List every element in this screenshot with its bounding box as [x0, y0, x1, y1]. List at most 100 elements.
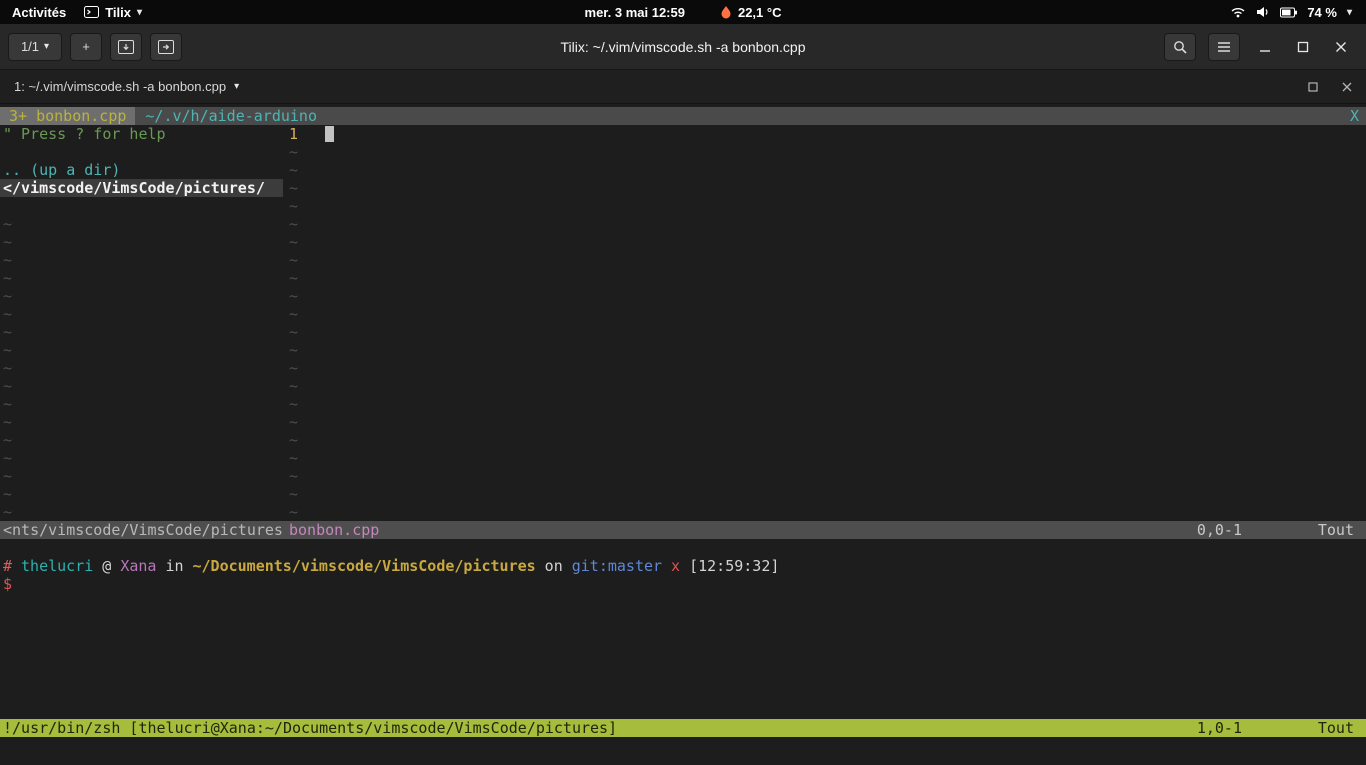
clock[interactable]: mer. 3 mai 12:59 — [585, 5, 685, 20]
vim-tabline-close[interactable]: X — [1343, 107, 1366, 125]
menu-button[interactable] — [1208, 33, 1240, 61]
chevron-down-icon: ▾ — [44, 41, 49, 52]
buffer-empty-line: ~ — [283, 359, 1366, 377]
buffer-empty-line: ~ — [0, 323, 283, 341]
chevron-down-icon: ▾ — [137, 7, 142, 18]
plus-icon: + — [82, 39, 90, 54]
tilix-app-menu[interactable]: Tilix ▾ — [84, 5, 142, 20]
session-pager-label: 1/1 — [21, 39, 39, 54]
terminal-close-button[interactable] — [1342, 82, 1352, 92]
vim-statusline: <nts/vimscode/VimsCode/pictures bonbon.c… — [0, 521, 1366, 539]
buffer-statusline: bonbon.cpp 0,0-1 Tout — [283, 521, 1366, 539]
session-tab-bar: 1: ~/.vim/vimscode.sh -a bonbon.cpp ▾ — [0, 70, 1366, 104]
buffer-empty-line: ~ — [283, 341, 1366, 359]
buffer-empty-line: ~ — [283, 323, 1366, 341]
session-pager-button[interactable]: 1/1 ▾ — [8, 33, 62, 61]
buffer-empty-line: ~ — [283, 269, 1366, 287]
prompt-user: thelucri — [21, 557, 93, 575]
hamburger-icon — [1217, 41, 1231, 53]
buffer-empty-line: ~ — [0, 503, 283, 521]
terminal-statusline: !/usr/bin/zsh [thelucri@Xana:~/Documents… — [0, 719, 1366, 737]
search-button[interactable] — [1164, 33, 1196, 61]
buffer-empty-line: ~ — [0, 449, 283, 467]
prompt-path: ~/Documents/vimscode/VimsCode/pictures — [193, 557, 536, 575]
buffer-line-1: 1 — [283, 125, 1366, 143]
buffer-empty-line: ~ — [283, 377, 1366, 395]
wifi-icon — [1230, 6, 1246, 18]
blank-line — [0, 197, 283, 215]
buffer-empty-line: ~ — [0, 251, 283, 269]
add-session-button[interactable]: + — [70, 33, 102, 61]
buffer-empty-line: ~ — [0, 467, 283, 485]
nerdtree-empty-lines: ~~~~~~~~~~~~~~~~~ — [0, 215, 283, 521]
chevron-down-icon[interactable]: ▾ — [234, 81, 239, 92]
window-title: Tilix: ~/.vim/vimscode.sh -a bonbon.cpp — [561, 39, 806, 55]
buffer-empty-line: ~ — [0, 341, 283, 359]
buffer-empty-line: ~ — [283, 449, 1366, 467]
shell-prompt: # thelucri @ Xana in ~/Documents/vimscod… — [3, 557, 1366, 575]
buffer-empty-line: ~ — [283, 161, 1366, 179]
nerdtree-pane[interactable]: " Press ? for help .. (up a dir) </vimsc… — [0, 125, 283, 521]
app-name-label: Tilix — [105, 5, 131, 20]
buffer-empty-line: ~ — [0, 305, 283, 323]
buffer-empty-line: ~ — [0, 485, 283, 503]
buffer-empty-line: ~ — [283, 287, 1366, 305]
battery-icon — [1280, 7, 1297, 18]
weather-icon — [721, 5, 732, 19]
buffer-empty-line: ~ — [283, 233, 1366, 251]
prompt-symbol: $ — [3, 575, 1366, 593]
session-title[interactable]: 1: ~/.vim/vimscode.sh -a bonbon.cpp — [14, 79, 226, 94]
prompt-time: [12:59:32] — [689, 557, 779, 575]
prompt-git-dirty: x — [671, 557, 680, 575]
buffer-empty-line: ~ — [283, 197, 1366, 215]
nerdtree-updir-line[interactable]: .. (up a dir) — [0, 161, 283, 179]
terminal-area[interactable]: 3+ bonbon.cpp ~/.v/h/aide-arduino X " Pr… — [0, 104, 1366, 765]
gnome-top-bar: Activités Tilix ▾ mer. 3 mai 12:59 22,1 … — [0, 0, 1366, 24]
chevron-down-icon: ▾ — [1347, 7, 1352, 18]
prompt-on: on — [545, 557, 563, 575]
vim-cmdline — [0, 737, 1366, 765]
statusline-filename: bonbon.cpp — [289, 521, 379, 539]
buffer-empty-line: ~ — [0, 269, 283, 287]
add-terminal-down-button[interactable] — [110, 33, 142, 61]
maximize-button[interactable] — [1290, 34, 1316, 60]
shell-pane[interactable]: # thelucri @ Xana in ~/Documents/vimscod… — [0, 539, 1366, 719]
buffer-empty-line: ~ — [283, 467, 1366, 485]
minimize-icon — [1259, 41, 1271, 53]
minimize-button[interactable] — [1252, 34, 1278, 60]
buffer-empty-line: ~ — [0, 233, 283, 251]
split-right-icon — [158, 40, 174, 54]
maximize-icon — [1297, 41, 1309, 53]
add-terminal-right-button[interactable] — [150, 33, 182, 61]
system-status-area[interactable]: 74 % ▾ — [1230, 5, 1366, 20]
buffer-empty-line: ~ — [283, 179, 1366, 197]
cursor-block — [325, 126, 334, 142]
vim-tab-active[interactable]: 3+ bonbon.cpp — [0, 107, 135, 125]
buffer-empty-line: ~ — [283, 503, 1366, 521]
buffer-pane[interactable]: 1 ~~~~~~~~~~~~~~~~~~~~~ — [283, 125, 1366, 521]
buffer-empty-line: ~ — [0, 215, 283, 233]
prompt-hash: # — [3, 557, 12, 575]
terminal-maximize-button[interactable] — [1308, 82, 1318, 92]
prompt-at: @ — [102, 557, 111, 575]
terminal-statusline-position: Tout — [1242, 719, 1366, 737]
search-icon — [1173, 40, 1187, 54]
buffer-empty-line: ~ — [283, 413, 1366, 431]
nerdtree-help-line: " Press ? for help — [0, 125, 283, 143]
buffer-empty-line: ~ — [0, 359, 283, 377]
activities-button[interactable]: Activités — [12, 5, 66, 20]
close-button[interactable] — [1328, 34, 1354, 60]
prompt-in: in — [165, 557, 183, 575]
battery-percentage: 74 % — [1307, 5, 1337, 20]
buffer-empty-line: ~ — [283, 215, 1366, 233]
close-icon — [1335, 41, 1347, 53]
weather-widget[interactable]: 22,1 °C — [721, 5, 782, 20]
buffer-empty-line: ~ — [283, 485, 1366, 503]
tilix-app-icon — [84, 6, 99, 18]
nerdtree-selected-line[interactable]: </vimscode/VimsCode/pictures/ — [0, 179, 283, 197]
temperature-label: 22,1 °C — [738, 5, 782, 20]
vim-tab-inactive[interactable]: ~/.v/h/aide-arduino — [135, 107, 327, 125]
nerdtree-statusline: <nts/vimscode/VimsCode/pictures — [0, 521, 283, 539]
buffer-empty-line: ~ — [0, 377, 283, 395]
statusline-ruler: 0,0-1 — [1197, 521, 1242, 539]
